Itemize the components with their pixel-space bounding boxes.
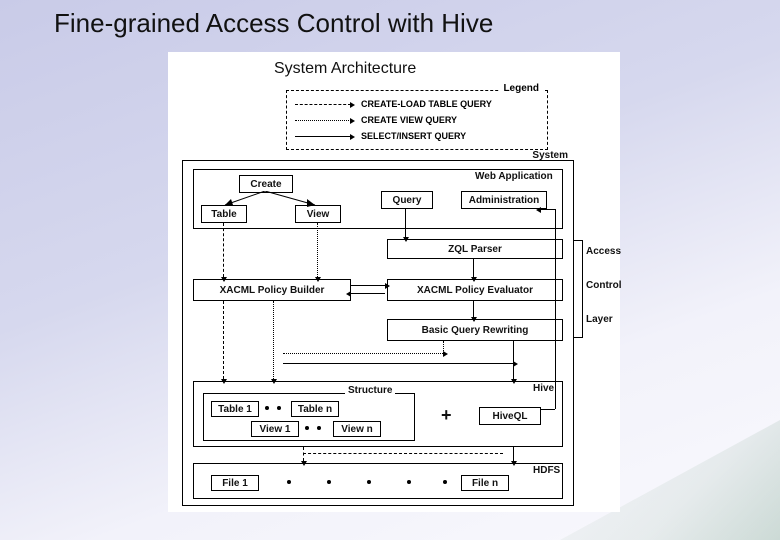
admin-loop-top <box>541 209 555 210</box>
arrow-view-builder <box>317 223 318 277</box>
arrow-b-e-1 <box>351 285 385 286</box>
diagram-canvas: System Architecture Legend CREATE-LOAD T… <box>168 52 620 512</box>
legend-row-3: SELECT/INSERT QUERY <box>295 129 466 143</box>
builder-box: XACML Policy Builder <box>193 279 351 301</box>
side-control: Control <box>586 280 622 291</box>
table-text: Table <box>211 209 236 220</box>
plus-icon: + <box>441 405 452 426</box>
query-box: Query <box>381 191 433 209</box>
legend-row-1: CREATE-LOAD TABLE QUERY <box>295 97 492 111</box>
arrow-hive-hdfs-1 <box>303 447 304 461</box>
system-box: Web Application Create Table View Query … <box>182 160 574 506</box>
arrow-rw-hive-v <box>513 341 514 379</box>
arrow-zql-eval <box>473 259 474 277</box>
table1-box: Table 1 <box>211 401 259 417</box>
admin-box: Administration <box>461 191 547 209</box>
arrow-query-zql <box>405 209 406 237</box>
arrow-builder-hive-2 <box>273 301 274 379</box>
arrow-rw-h2 <box>283 363 513 364</box>
dot <box>287 480 291 484</box>
legend-arrow-dotted <box>295 120 351 121</box>
arrow-rw-h1 <box>283 353 443 354</box>
tablen-box: Table n <box>291 401 339 417</box>
rewriting-text: Basic Query Rewriting <box>422 325 529 336</box>
admin-loop-v <box>555 209 556 409</box>
webapp-label: Web Application <box>475 171 553 182</box>
query-text: Query <box>393 195 422 206</box>
dot <box>277 406 281 410</box>
create-text: Create <box>250 179 281 190</box>
legend-row-2: CREATE VIEW QUERY <box>295 113 457 127</box>
dot <box>443 480 447 484</box>
slide: Fine-grained Access Control with Hive Sy… <box>0 0 780 540</box>
arrow-builder-hive-1 <box>223 301 224 379</box>
side-bracket <box>574 240 583 338</box>
tablen-text: Table n <box>298 404 332 415</box>
dot <box>327 480 331 484</box>
dot <box>265 406 269 410</box>
hiveql-box: HiveQL <box>479 407 541 425</box>
dot <box>407 480 411 484</box>
admin-loop-bot <box>541 409 555 410</box>
legend-arrow-dashed <box>295 104 351 105</box>
hiveql-text: HiveQL <box>492 411 527 422</box>
side-access: Access <box>586 246 621 257</box>
arrow-eval-rewr <box>473 301 474 317</box>
zql-text: ZQL Parser <box>448 244 502 255</box>
view1-text: View 1 <box>260 424 291 435</box>
hdfs-label: HDFS <box>533 465 560 476</box>
filen-box: File n <box>461 475 509 491</box>
arrow-b-e-2 <box>351 293 385 294</box>
arrow-hive-hdfs-2 <box>303 453 503 454</box>
zql-box: ZQL Parser <box>387 239 563 259</box>
viewn-box: View n <box>333 421 381 437</box>
structure-label: Structure <box>345 385 395 396</box>
legend-arrow-solid <box>295 136 351 137</box>
viewn-text: View n <box>341 424 373 435</box>
filen-text: File n <box>472 478 498 489</box>
side-layer: Layer <box>586 314 613 325</box>
legend-label-2: CREATE VIEW QUERY <box>361 115 457 125</box>
legend-label-3: SELECT/INSERT QUERY <box>361 131 466 141</box>
arrow-hive-hdfs-3 <box>513 447 514 461</box>
hive-label: Hive <box>533 383 554 394</box>
legend-tag: Legend <box>499 83 543 94</box>
evaluator-box: XACML Policy Evaluator <box>387 279 563 301</box>
admin-text: Administration <box>469 195 540 206</box>
create-branch-icon <box>221 191 321 209</box>
table1-text: Table 1 <box>218 404 252 415</box>
view1-box: View 1 <box>251 421 299 437</box>
view-text: View <box>307 209 330 220</box>
evaluator-text: XACML Policy Evaluator <box>417 285 533 296</box>
arrow-rw-dot-v <box>443 341 444 353</box>
legend-label-1: CREATE-LOAD TABLE QUERY <box>361 99 492 109</box>
slide-title: Fine-grained Access Control with Hive <box>54 8 493 39</box>
dot <box>305 426 309 430</box>
builder-text: XACML Policy Builder <box>220 285 325 296</box>
legend-box: Legend CREATE-LOAD TABLE QUERY CREATE VI… <box>286 90 548 150</box>
file1-text: File 1 <box>222 478 248 489</box>
file1-box: File 1 <box>211 475 259 491</box>
dot <box>367 480 371 484</box>
dot <box>317 426 321 430</box>
arrow-table-builder <box>223 223 224 277</box>
rewriting-box: Basic Query Rewriting <box>387 319 563 341</box>
diagram-subtitle: System Architecture <box>274 60 416 78</box>
